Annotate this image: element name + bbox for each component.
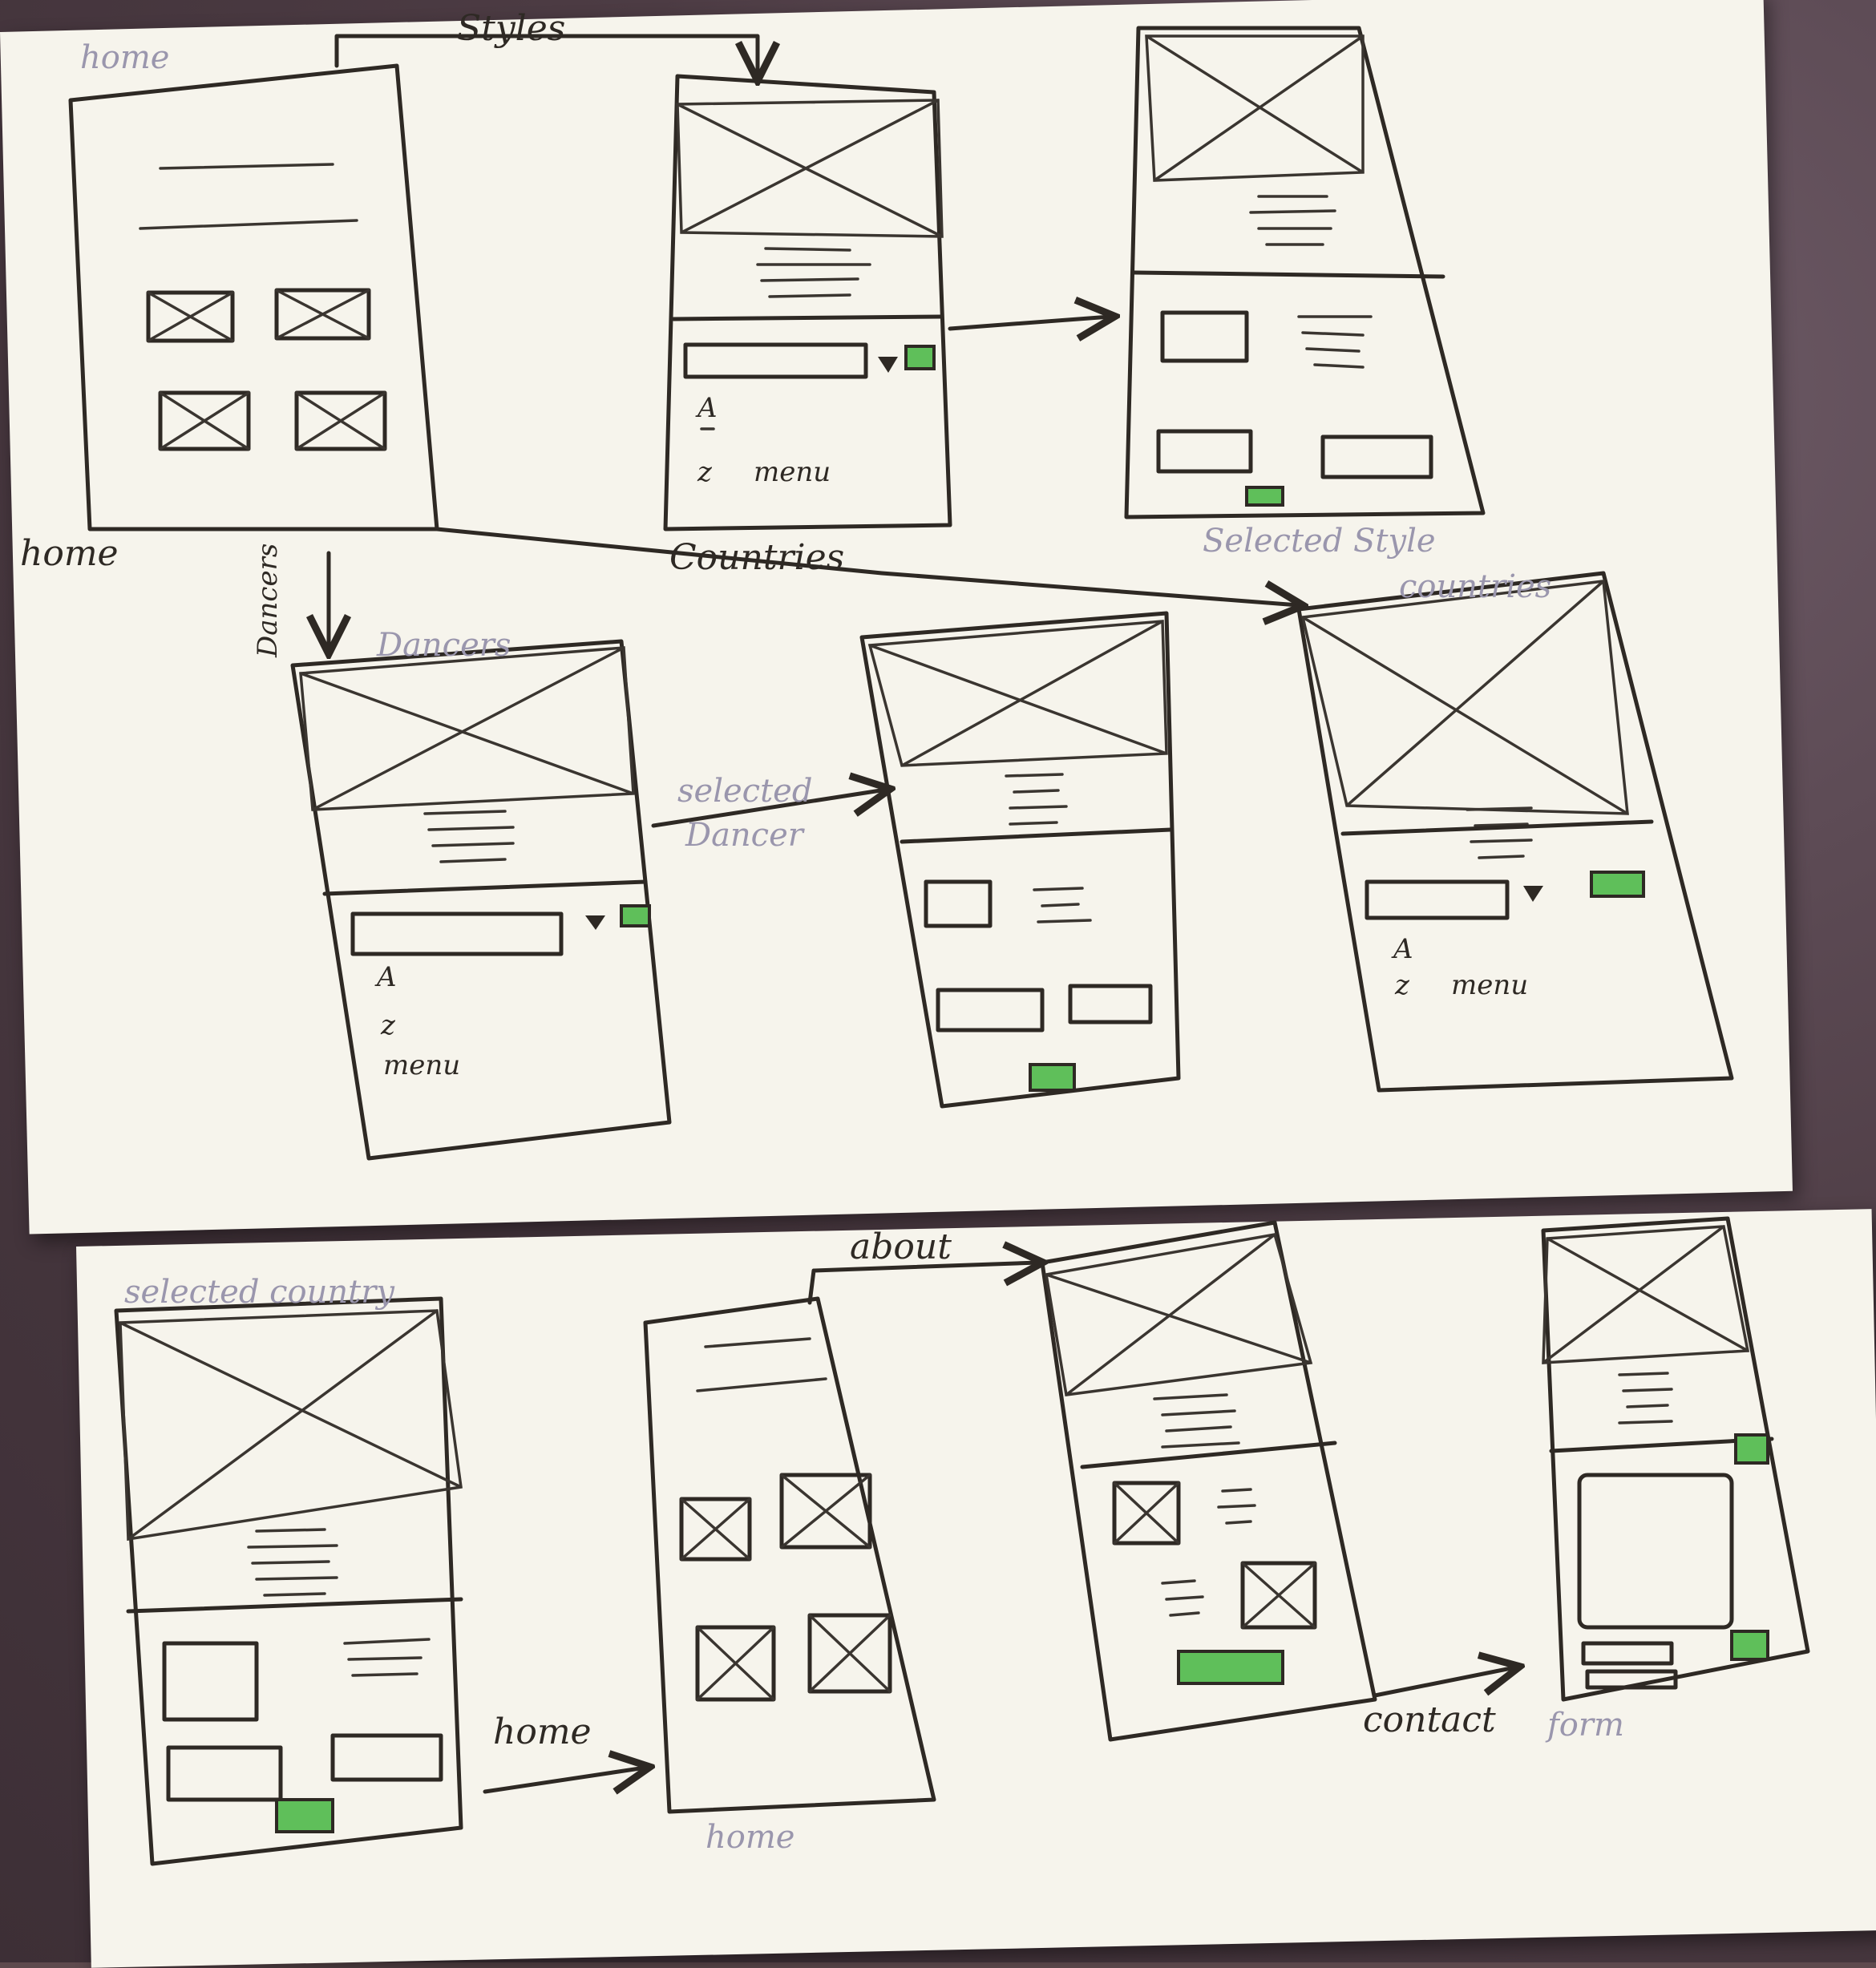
dancers-list-wireframe: A z menu (290, 639, 672, 1161)
label-countries: Countries (669, 537, 844, 578)
label-az-z-3: z (1394, 969, 1410, 1001)
label-home-arrow: home (493, 1711, 592, 1752)
label-az-z: z (697, 456, 713, 488)
label-dancers-arrow: Dancers (252, 544, 284, 658)
image-placeholder-icon (294, 390, 387, 451)
image-placeholder-icon (1240, 1561, 1317, 1630)
about-arrow (807, 1263, 1038, 1305)
label-az-a-2: A (374, 961, 397, 993)
selected-country-wireframe (114, 1296, 463, 1866)
label-menu-2: menu (383, 1049, 460, 1081)
home-screen-2-wireframe (643, 1296, 936, 1814)
label-dancers: Dancers (376, 627, 511, 664)
label-selected-country: selected country (124, 1274, 395, 1311)
image-placeholder-icon (1112, 1481, 1181, 1546)
label-az-a-3: A (1391, 933, 1413, 965)
label-home-left: home (20, 533, 119, 574)
selected-dancer-wireframe (859, 611, 1181, 1109)
label-selected-dancer-2: Dancer (685, 817, 806, 854)
dropdown-arrow-icon (878, 357, 898, 373)
home-arrow (483, 1768, 645, 1792)
image-placeholder-icon (779, 1473, 872, 1550)
image-placeholder-icon (274, 288, 371, 341)
label-menu-3: menu (1451, 969, 1528, 1001)
search-input (683, 342, 868, 379)
label-styles: Styles (457, 8, 565, 49)
label-home-top: home (80, 39, 169, 76)
to-selected-style-arrow (948, 317, 1110, 329)
label-selected-style: Selected Style (1203, 523, 1436, 560)
selected-style-wireframe (1124, 26, 1486, 519)
label-form: form (1545, 1707, 1624, 1744)
image-placeholder-icon (158, 390, 251, 451)
wireframe-sketch: home home Styles A z menu Countries Sele… (20, 8, 1810, 1866)
contact-arrow (1373, 1667, 1515, 1698)
label-home-under: home (706, 1819, 794, 1856)
label-menu: menu (754, 456, 831, 488)
label-selected-dancer-1: selected (677, 773, 812, 810)
countries-arrow (435, 527, 1299, 605)
countries-list-wireframe: A z menu (1296, 571, 1734, 1093)
label-about: about (850, 1226, 952, 1267)
label-az-a: A (695, 392, 718, 424)
contact-form-wireframe (1541, 1216, 1810, 1702)
image-placeholder-icon (807, 1613, 892, 1694)
home-screen-wireframe (68, 63, 439, 531)
label-contact: contact (1363, 1699, 1496, 1740)
image-placeholder-icon (695, 1625, 776, 1702)
styles-list-wireframe: A z menu (663, 74, 952, 531)
image-placeholder-icon (146, 290, 235, 343)
about-wireframe (1040, 1220, 1377, 1742)
label-az-z-2: z (380, 1009, 396, 1041)
label-countries-small: countries (1399, 568, 1551, 605)
image-placeholder-icon (679, 1497, 752, 1562)
go-button (904, 345, 936, 370)
